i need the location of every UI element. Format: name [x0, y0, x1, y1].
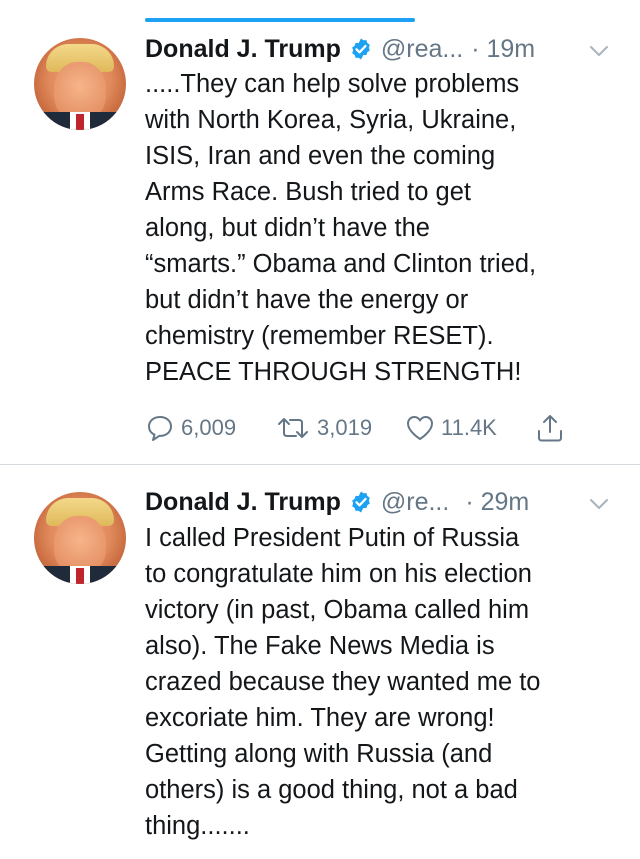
tweet-text-line: victory (in past, Obama called him — [145, 596, 530, 624]
author-handle[interactable]: @re... — [381, 488, 449, 517]
author-name[interactable]: Donald J. Trump — [145, 488, 341, 517]
avatar[interactable] — [34, 492, 126, 584]
tweet-text-line: also). The Fake News Media is — [145, 632, 495, 660]
tweet-text: I called President Putin of Russia to co… — [145, 520, 625, 844]
chevron-down-icon[interactable] — [588, 493, 610, 515]
tweet-text-line: others) is a good thing, not a bad — [145, 776, 518, 804]
tweet-text-line: thing....... — [145, 812, 250, 840]
tweet-text-line: excoriate him. They are wrong! — [145, 704, 495, 732]
tweet-header: Donald J. Trump @re... · 29m — [145, 485, 529, 519]
tweet-text-line: to congratulate him on his election — [145, 560, 532, 588]
tweet-text-line: Getting along with Russia (and — [145, 740, 493, 768]
tweet-timestamp: · 29m — [465, 487, 530, 516]
tweet-text-line: crazed because they wanted me to — [145, 668, 541, 696]
tweet-text-line: I called President Putin of Russia — [145, 524, 520, 552]
verified-badge-icon — [352, 491, 370, 513]
